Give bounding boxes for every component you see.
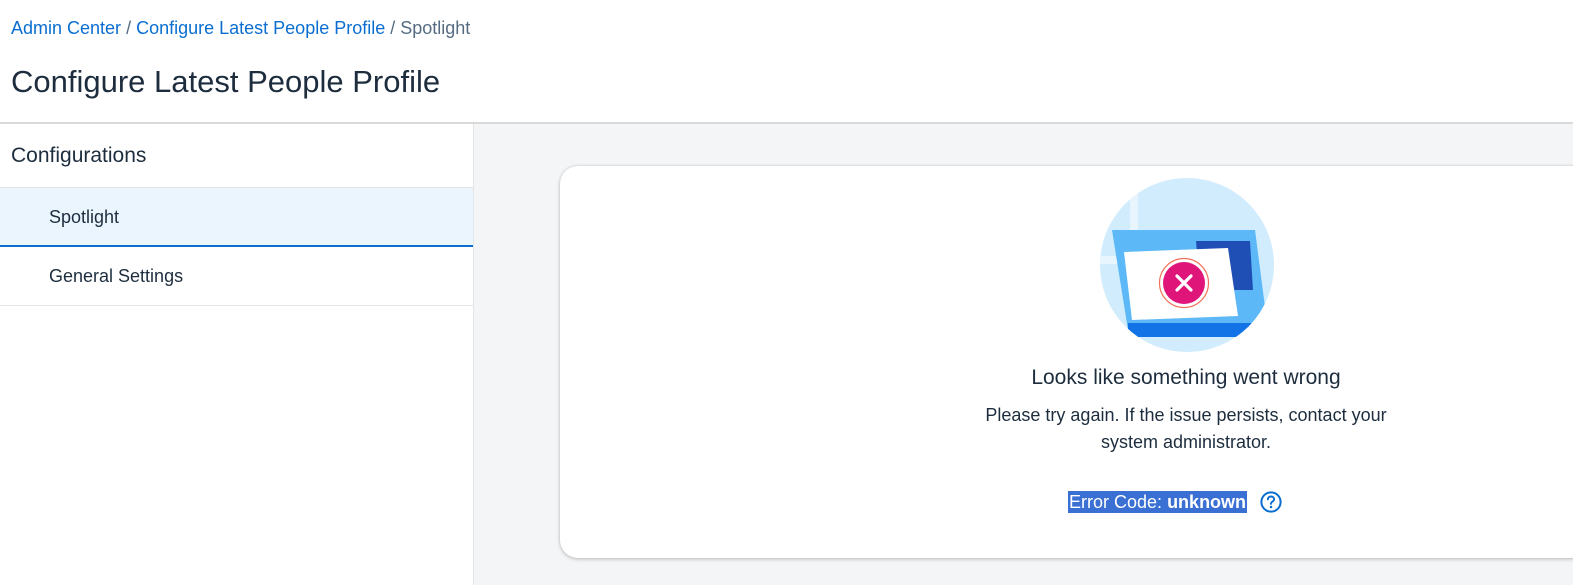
breadcrumb-current: Spotlight <box>400 18 471 38</box>
breadcrumb-separator: / <box>390 18 396 38</box>
page-title: Configure Latest People Profile <box>11 64 441 99</box>
sidebar-heading: Configurations <box>0 124 473 188</box>
breadcrumb-link-configure-profile[interactable]: Configure Latest People Profile <box>136 18 385 38</box>
main-content: Looks like something went wrong Please t… <box>474 124 1573 585</box>
breadcrumb-link-admin-center[interactable]: Admin Center <box>11 18 121 38</box>
error-description: Please try again. If the issue persists,… <box>985 405 1387 452</box>
error-code-value: unknown <box>1167 492 1247 512</box>
error-title: Looks like something went wrong <box>1031 366 1341 389</box>
help-circle-icon[interactable] <box>1260 491 1282 513</box>
error-code: Error Code: unknown <box>1068 491 1248 513</box>
error-code-row: Error Code: unknown <box>1068 490 1282 514</box>
sidebar: Configurations Spotlight General Setting… <box>0 124 474 585</box>
error-code-label: Error Code: <box>1069 492 1163 512</box>
broken-window-error-icon <box>1100 178 1274 352</box>
error-card: Looks like something went wrong Please t… <box>560 166 1573 558</box>
breadcrumb: Admin Center / Configure Latest People Pro… <box>11 17 470 39</box>
breadcrumb-separator: / <box>126 18 132 38</box>
sidebar-item-spotlight[interactable]: Spotlight <box>0 188 473 247</box>
sidebar-item-general-settings[interactable]: General Settings <box>0 247 473 306</box>
